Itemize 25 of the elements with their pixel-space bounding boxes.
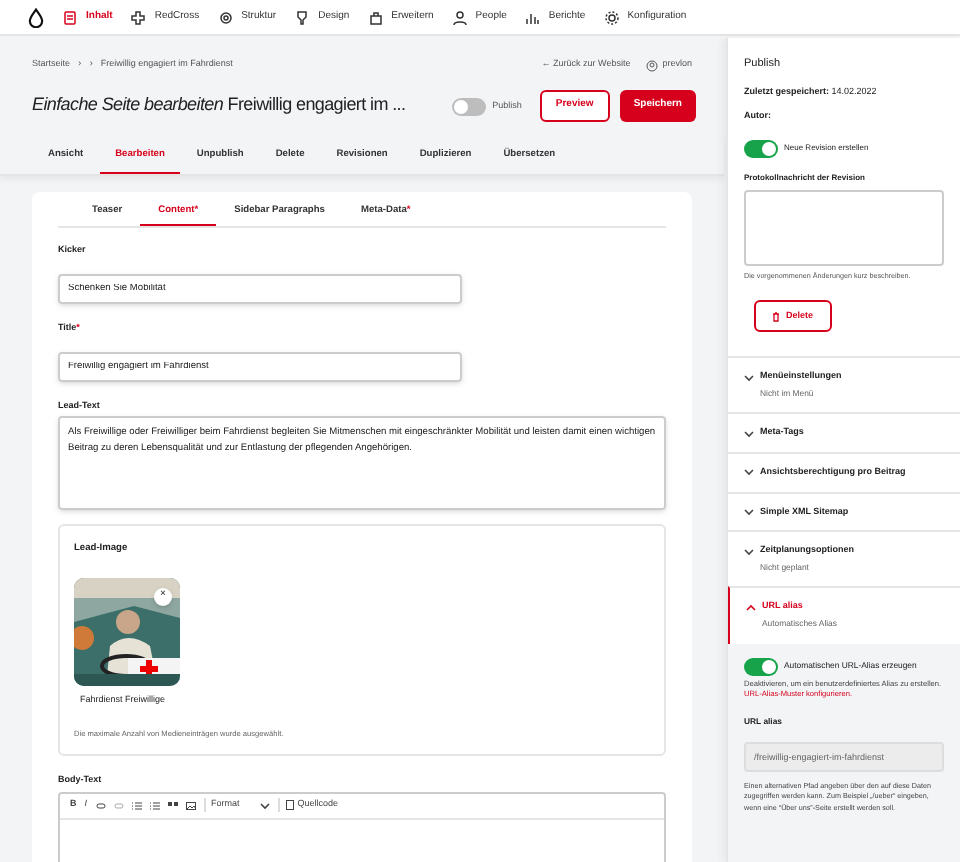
chevron-up-icon — [746, 603, 756, 612]
numbered-list-icon[interactable] — [149, 801, 160, 810]
url-alias-toggle[interactable] — [744, 657, 778, 676]
chevron-down-icon — [744, 429, 754, 438]
cross-icon — [130, 9, 147, 25]
link-icon[interactable] — [95, 801, 106, 810]
document-icon — [62, 9, 78, 25]
person-icon — [451, 9, 468, 25]
document-icon — [285, 800, 294, 811]
bar-chart-icon — [524, 9, 541, 25]
trash-icon — [772, 311, 780, 322]
unlink-icon[interactable] — [113, 801, 124, 810]
revision-toggle[interactable] — [744, 139, 778, 158]
chevron-down-icon — [744, 547, 754, 556]
user-icon — [646, 59, 659, 71]
bullet-list-icon[interactable] — [131, 801, 142, 810]
settings-icon — [603, 9, 620, 25]
chevron-down-icon — [744, 373, 754, 382]
publish-toggle[interactable] — [452, 97, 487, 115]
image-icon[interactable] — [185, 801, 196, 810]
page-title: Einfache Seite bearbeiten Freiwillig engagiert im ... — [32, 92, 406, 119]
drop-logo-icon[interactable] — [28, 7, 44, 27]
chevron-down-icon — [744, 508, 754, 517]
chevron-down-icon — [259, 801, 270, 810]
chevron-down-icon — [744, 468, 754, 477]
